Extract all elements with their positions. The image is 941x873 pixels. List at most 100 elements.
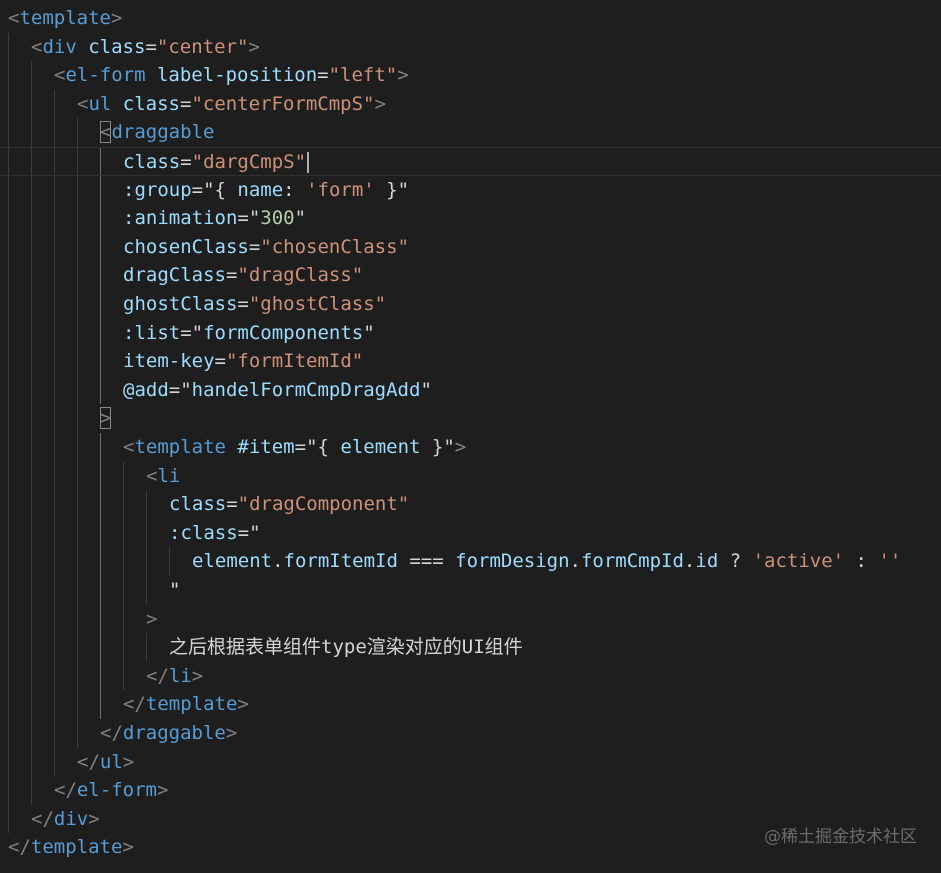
code-line[interactable]: <li (0, 462, 941, 491)
code-token: = (214, 350, 226, 373)
code-token: "centerFormCmpS" (191, 92, 375, 115)
code-line[interactable]: :list="formComponents" (0, 319, 941, 348)
code-token: div (53, 807, 89, 830)
code-token: "dragComponent" (237, 493, 410, 516)
code-token: class (122, 92, 180, 115)
code-token: > (110, 7, 123, 29)
code-token: "ghostClass" (248, 293, 387, 315)
code-token: :list (123, 321, 181, 344)
code-token: template (145, 693, 238, 716)
code-line[interactable]: chosenClass="chosenClass" (0, 233, 941, 262)
code-line[interactable]: class="dargCmpS" (0, 147, 941, 176)
code-line[interactable]: <ul class="centerFormCmpS"> (0, 90, 941, 119)
code-line[interactable]: 之后根据表单组件type渲染对应的UI组件 (0, 633, 941, 662)
code-token: label-position (156, 64, 318, 87)
code-line[interactable]: :class=" (0, 519, 941, 548)
code-token: " (420, 378, 432, 401)
code-token: < (54, 64, 66, 87)
code-token: = (248, 235, 261, 258)
code-token: "left" (328, 64, 398, 87)
code-line[interactable]: item-key="formItemId" (0, 347, 941, 376)
code-token: id (695, 550, 719, 573)
code-token: ="{ (294, 436, 341, 458)
code-line[interactable]: ghostClass="ghostClass" (0, 290, 941, 319)
code-line[interactable]: > (0, 605, 941, 634)
code-token: < (123, 436, 135, 458)
code-token: . (569, 550, 581, 573)
code-token: > (100, 407, 112, 430)
code-token: formComponents (203, 321, 364, 344)
code-token: < (77, 92, 89, 115)
code-line[interactable]: class="dragComponent" (0, 490, 941, 519)
code-token: > (397, 64, 409, 87)
code-token: < (8, 7, 20, 29)
code-token: : (844, 550, 879, 573)
code-token: "dargCmpS" (191, 151, 307, 173)
code-editor[interactable]: <template> <div class="center"> <el-form l… (0, 0, 941, 873)
code-token: "formItemId" (225, 350, 364, 373)
code-line[interactable]: <template> (0, 4, 941, 33)
code-token: = (226, 493, 238, 516)
code-line[interactable]: </ul> (0, 748, 941, 777)
code-line[interactable]: <div class="center"> (0, 33, 941, 62)
code-line[interactable]: <draggable (0, 118, 941, 147)
code-token: > (122, 750, 135, 773)
code-token: === (397, 550, 456, 573)
code-token: < (100, 121, 112, 144)
code-token: </ (146, 664, 169, 687)
code-token: li (157, 464, 181, 487)
code-line[interactable]: <el-form label-position="left"> (0, 61, 941, 90)
code-token: 'active' (752, 550, 845, 573)
code-token: 之后根据表单组件type渲染对应的UI组件 (169, 636, 523, 659)
code-token: handelFormCmpDragAdd (191, 378, 421, 401)
code-token: > (146, 607, 158, 630)
code-token: = (225, 264, 238, 287)
code-line[interactable]: </template> (0, 690, 941, 719)
code-line[interactable]: " (0, 576, 941, 605)
code-token: name (237, 178, 284, 201)
code-token: 'form' (306, 178, 375, 201)
code-token: item-key (123, 350, 215, 373)
code-line[interactable]: </li> (0, 662, 941, 691)
code-token: li (168, 664, 192, 687)
code-token: . (683, 550, 696, 573)
code-token: </ (123, 693, 146, 716)
code-token: template (134, 436, 226, 458)
code-token: #item (237, 436, 295, 458)
code-token: > (454, 436, 467, 458)
code-token: </ (54, 779, 77, 802)
code-line[interactable]: <template #item="{ element }"> (0, 433, 941, 462)
code-token: dragClass (123, 264, 226, 287)
code-line[interactable]: :group="{ name: 'form' }" (0, 176, 941, 205)
code-token: :group (123, 178, 192, 201)
code-line[interactable]: element.formItemId === formDesign.formCm… (0, 547, 941, 576)
code-token: > (225, 722, 238, 744)
code-token: draggable (122, 722, 226, 744)
code-token: element (192, 550, 273, 573)
code-token: :animation (123, 207, 238, 230)
code-token: =" (180, 321, 204, 344)
code-token: ul (88, 92, 112, 115)
code-token: > (248, 35, 260, 58)
code-token: el-form (76, 779, 157, 802)
code-line[interactable]: @add="handelFormCmpDragAdd" (0, 376, 941, 405)
code-token: "center" (156, 35, 249, 58)
code-token: . (272, 550, 284, 573)
code-token: = (237, 293, 249, 315)
code-line[interactable]: :animation="300" (0, 204, 941, 233)
text-cursor (307, 152, 310, 173)
code-token: > (122, 836, 134, 859)
code-token: "chosenClass" (260, 235, 410, 258)
code-token: template (19, 7, 111, 29)
code-token: =" (237, 207, 261, 230)
code-line[interactable]: > (0, 404, 941, 433)
code-line[interactable]: </draggable> (0, 719, 941, 748)
code-line[interactable]: dragClass="dragClass" (0, 261, 941, 290)
code-token: template (30, 836, 123, 859)
code-token: " (169, 579, 181, 601)
code-line[interactable]: </el-form> (0, 776, 941, 805)
code-token: > (156, 779, 169, 802)
